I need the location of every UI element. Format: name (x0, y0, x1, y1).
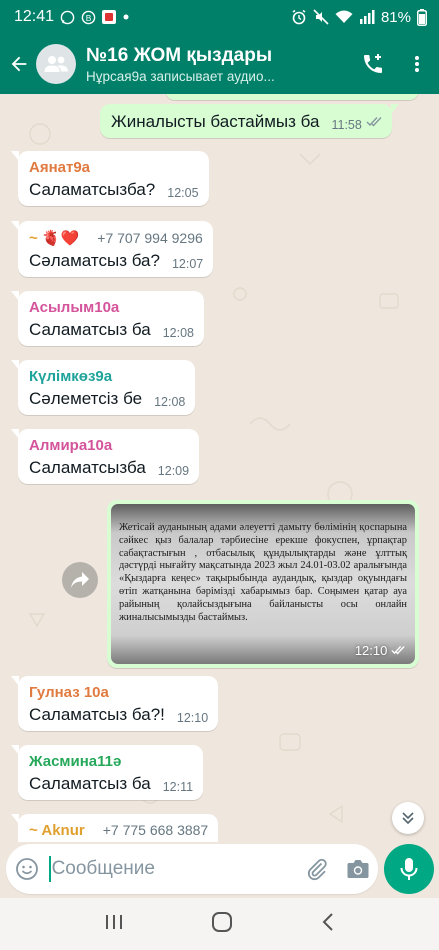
message-text: Саламатсызба? (29, 180, 156, 199)
image-message-bubble[interactable]: Жетісай ауданының адами әлеуетті дамыту … (107, 500, 419, 668)
bank-notification-icon: B (81, 10, 96, 25)
forward-button[interactable] (62, 562, 98, 598)
home-button[interactable] (211, 911, 233, 938)
chat-title-area[interactable]: №16 ЖОМ қыздары Нұрсая9а записывает ауди… (86, 45, 351, 84)
battery-percent: 81% (380, 8, 411, 26)
message-bubble[interactable]: Алмира10а Саламатсызба 12:09 (10, 429, 200, 484)
message-time: 12:10 (176, 711, 209, 725)
forward-icon (71, 572, 89, 588)
status-bar: 12:41 B 81% (0, 0, 439, 34)
emoji-icon (16, 858, 39, 880)
camera-icon (347, 860, 369, 878)
message-input[interactable] (48, 856, 297, 882)
previous-message-bubble[interactable] (165, 94, 419, 100)
message-time: 12:10 (354, 643, 388, 658)
message-bubble[interactable]: Гулназ 10а Саламатсыз ба?! 12:10 (10, 676, 219, 731)
home-icon (212, 911, 233, 932)
scroll-down-button[interactable] (392, 802, 424, 834)
app-notification-icon (102, 10, 117, 24)
group-avatar[interactable] (36, 44, 76, 84)
message-bubble[interactable]: Күлімкөз9а Сәлеметсіз бе 12:08 (10, 360, 196, 415)
signal-icon (359, 10, 375, 24)
message-text: Сәлеметсіз бе (29, 389, 143, 408)
more-vert-icon (415, 56, 419, 72)
message-text: Жиналысты бастаймыз ба (111, 112, 320, 131)
recent-apps-button[interactable] (104, 913, 124, 936)
voice-message-button[interactable] (384, 844, 434, 894)
chat-area[interactable]: Жиналысты бастаймыз ба 11:58 Аянат9а Сала… (0, 94, 439, 842)
more-options-button[interactable] (395, 34, 439, 94)
status-time: 12:41 (14, 8, 55, 25)
chat-header: №16 ЖОМ қыздары Нұрсая9а записывает ауди… (0, 34, 439, 94)
message-time: 12:08 (154, 395, 186, 409)
message-bubble[interactable]: Аянат9а Саламатсызба? 12:05 (11, 151, 209, 206)
document-photo-text: Жетісай ауданының адами әлеуетті дамыту … (119, 522, 407, 623)
read-receipt-icon (391, 643, 405, 658)
sender-phone: +7 707 994 9296 (97, 230, 203, 246)
message-time: 12:05 (167, 186, 199, 200)
sender-phone: +7 775 668 3887 (102, 822, 209, 838)
message-bubble[interactable]: Жасмина11ә Саламатсыз ба 12:11 (10, 745, 204, 800)
message-text: Саламатсыз ба?! (29, 705, 165, 724)
message-time: 11:58 (331, 118, 362, 132)
svg-text:B: B (86, 12, 92, 22)
message-sender[interactable]: Асылым10а (29, 299, 194, 316)
recents-icon (105, 914, 122, 929)
mic-icon (400, 858, 418, 880)
message-bubble[interactable]: Жиналысты бастаймыз ба 11:58 (100, 104, 399, 138)
more-notifications-dot-icon (122, 13, 130, 21)
message-sender[interactable]: Жасмина11ә (29, 753, 193, 770)
message-bubble[interactable]: Асылым10а Саламатсыз ба 12:08 (11, 291, 204, 346)
message-time: 12:07 (171, 257, 204, 271)
chat-title: №16 ЖОМ қыздары (86, 44, 273, 66)
mute-icon (313, 9, 329, 25)
emoji-button[interactable] (6, 857, 49, 881)
message-sender: ~ 🫀❤️ (29, 230, 80, 247)
back-button[interactable] (2, 34, 36, 94)
message-sender-row[interactable]: ~ 🫀❤️ +7 707 994 9296 (29, 229, 203, 247)
battery-icon (417, 8, 427, 26)
wifi-icon (335, 10, 353, 24)
group-icon (44, 56, 68, 72)
chevron-left-icon (322, 912, 333, 931)
message-time: 12:11 (162, 780, 194, 794)
alarm-icon (291, 9, 307, 25)
message-sender: ~ Aknur (29, 822, 85, 839)
camera-button[interactable] (337, 858, 378, 880)
add-call-icon (364, 54, 382, 73)
message-sender[interactable]: Алмира10а (29, 437, 189, 454)
message-text: Сәламатсыз ба? (29, 251, 160, 270)
message-sender[interactable]: Аянат9а (29, 159, 199, 176)
message-sender[interactable]: Гулназ 10а (29, 684, 208, 701)
chat-subtitle: Нұрсая9а записывает аудио... (86, 68, 275, 84)
whatsapp-notification-icon (60, 10, 75, 25)
paperclip-icon (307, 858, 327, 881)
attach-button[interactable] (297, 857, 338, 881)
message-text: Саламатсызба (29, 458, 146, 477)
message-text: Саламатсыз ба (29, 774, 151, 793)
system-navigation-bar (0, 898, 439, 950)
image-time-row: 12:10 (355, 643, 405, 658)
read-receipt-icon (366, 114, 382, 132)
back-nav-button[interactable] (321, 912, 335, 937)
add-call-button[interactable] (351, 34, 395, 94)
message-text: Саламатсыз ба (29, 320, 151, 339)
message-sender-row[interactable]: ~ Aknur +7 775 668 3887 (29, 822, 208, 839)
message-sender[interactable]: Күлімкөз9а (29, 368, 185, 385)
message-time: 12:08 (162, 326, 194, 340)
arrow-left-icon (11, 56, 27, 72)
double-chevron-down-icon (402, 812, 414, 825)
document-photo[interactable]: Жетісай ауданының адами әлеуетті дамыту … (111, 504, 415, 664)
compose-bar (6, 844, 378, 894)
message-bubble[interactable]: ~ Aknur +7 775 668 3887 (10, 814, 219, 842)
message-time: 12:09 (157, 464, 190, 478)
message-bubble[interactable]: ~ 🫀❤️ +7 707 994 9296 Сәламатсыз ба? 12:07 (10, 221, 214, 277)
